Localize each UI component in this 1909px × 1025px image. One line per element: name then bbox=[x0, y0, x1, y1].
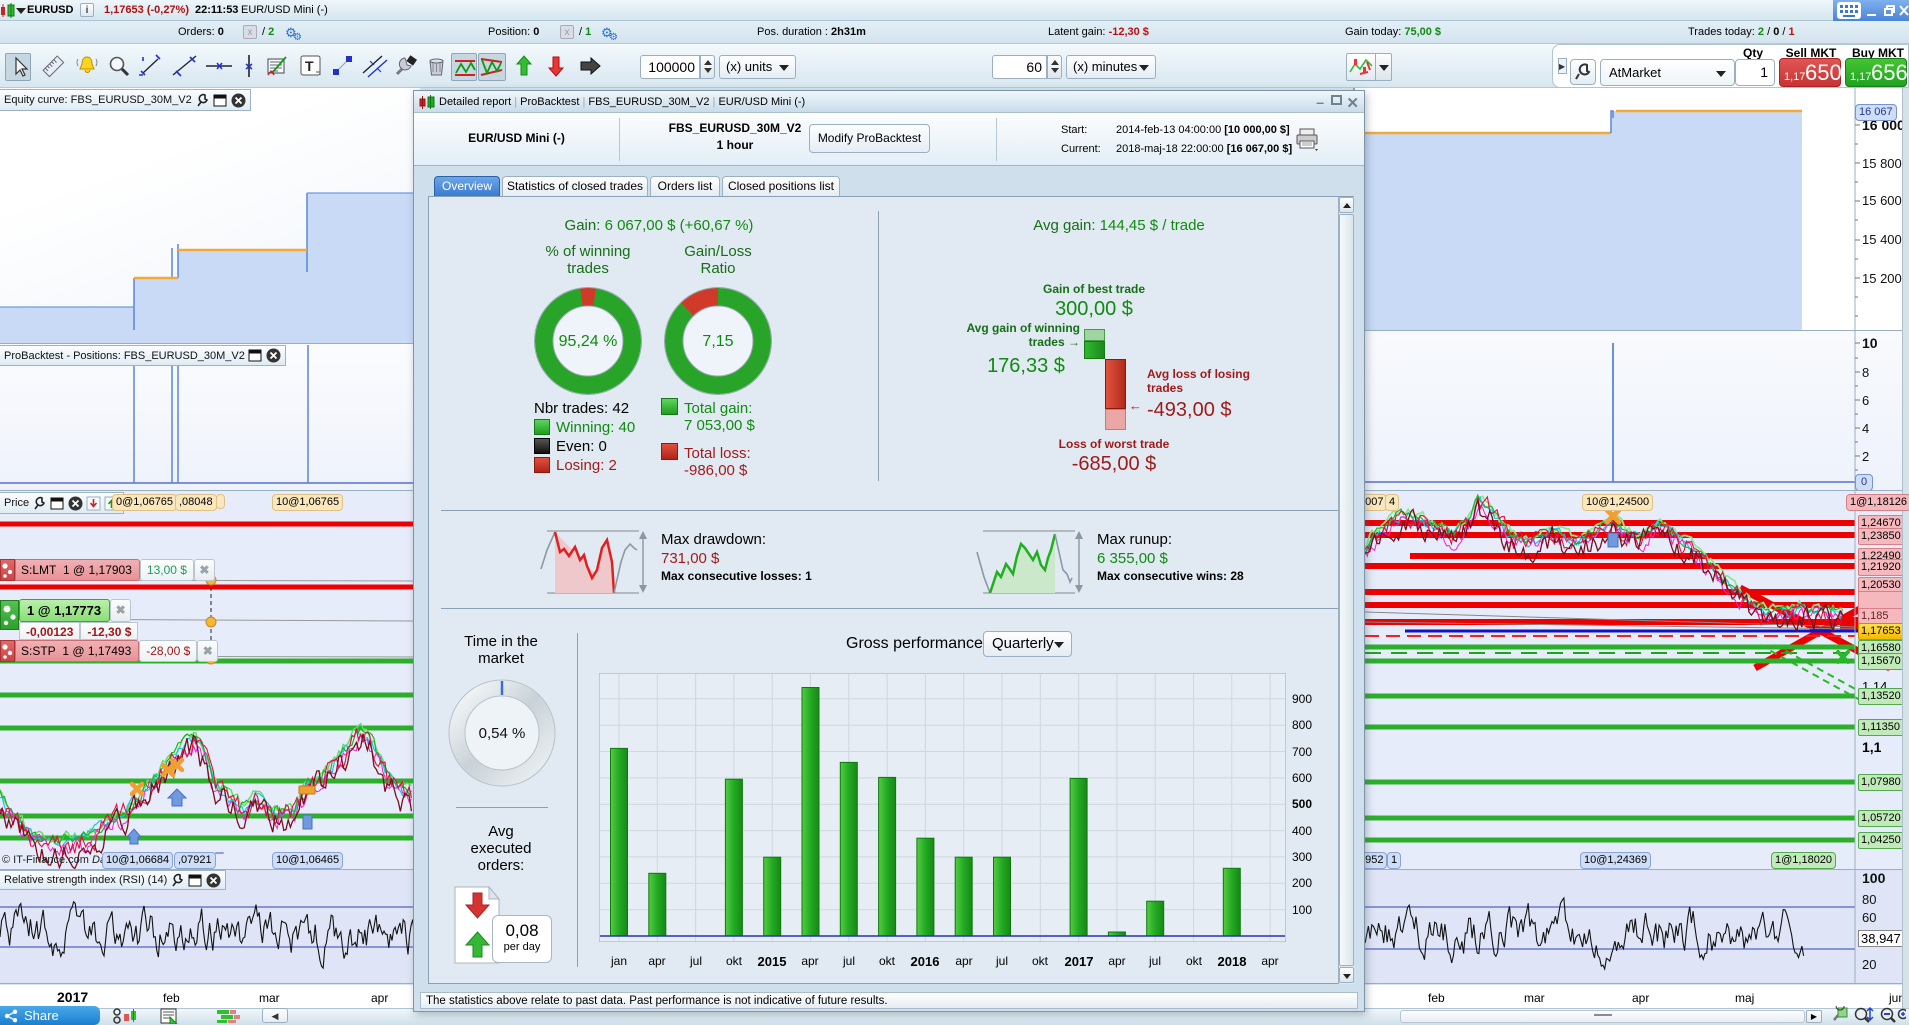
svg-text:2: 2 bbox=[1862, 449, 1869, 464]
svg-text:10: 10 bbox=[1862, 335, 1878, 351]
svg-text:15 800: 15 800 bbox=[1862, 156, 1902, 171]
svg-text:95,24 %: 95,24 % bbox=[559, 333, 618, 350]
svg-text:⚙: ⚙ bbox=[293, 32, 302, 41]
svg-text:8: 8 bbox=[1862, 365, 1869, 380]
svg-text:6: 6 bbox=[1862, 393, 1869, 408]
svg-text:100: 100 bbox=[1862, 870, 1886, 886]
svg-text:T: T bbox=[305, 58, 314, 74]
svg-text:4: 4 bbox=[1862, 421, 1869, 436]
svg-text:7,15: 7,15 bbox=[702, 333, 733, 350]
svg-text:15 200: 15 200 bbox=[1862, 271, 1902, 286]
svg-text:⚙: ⚙ bbox=[609, 32, 618, 41]
svg-text:20: 20 bbox=[1862, 957, 1876, 972]
svg-text:0,54 %: 0,54 % bbox=[479, 725, 526, 742]
svg-text:15 400: 15 400 bbox=[1862, 232, 1902, 247]
svg-text:80: 80 bbox=[1862, 892, 1876, 907]
svg-text:60: 60 bbox=[1862, 910, 1876, 925]
svg-text:15 600: 15 600 bbox=[1862, 193, 1902, 208]
